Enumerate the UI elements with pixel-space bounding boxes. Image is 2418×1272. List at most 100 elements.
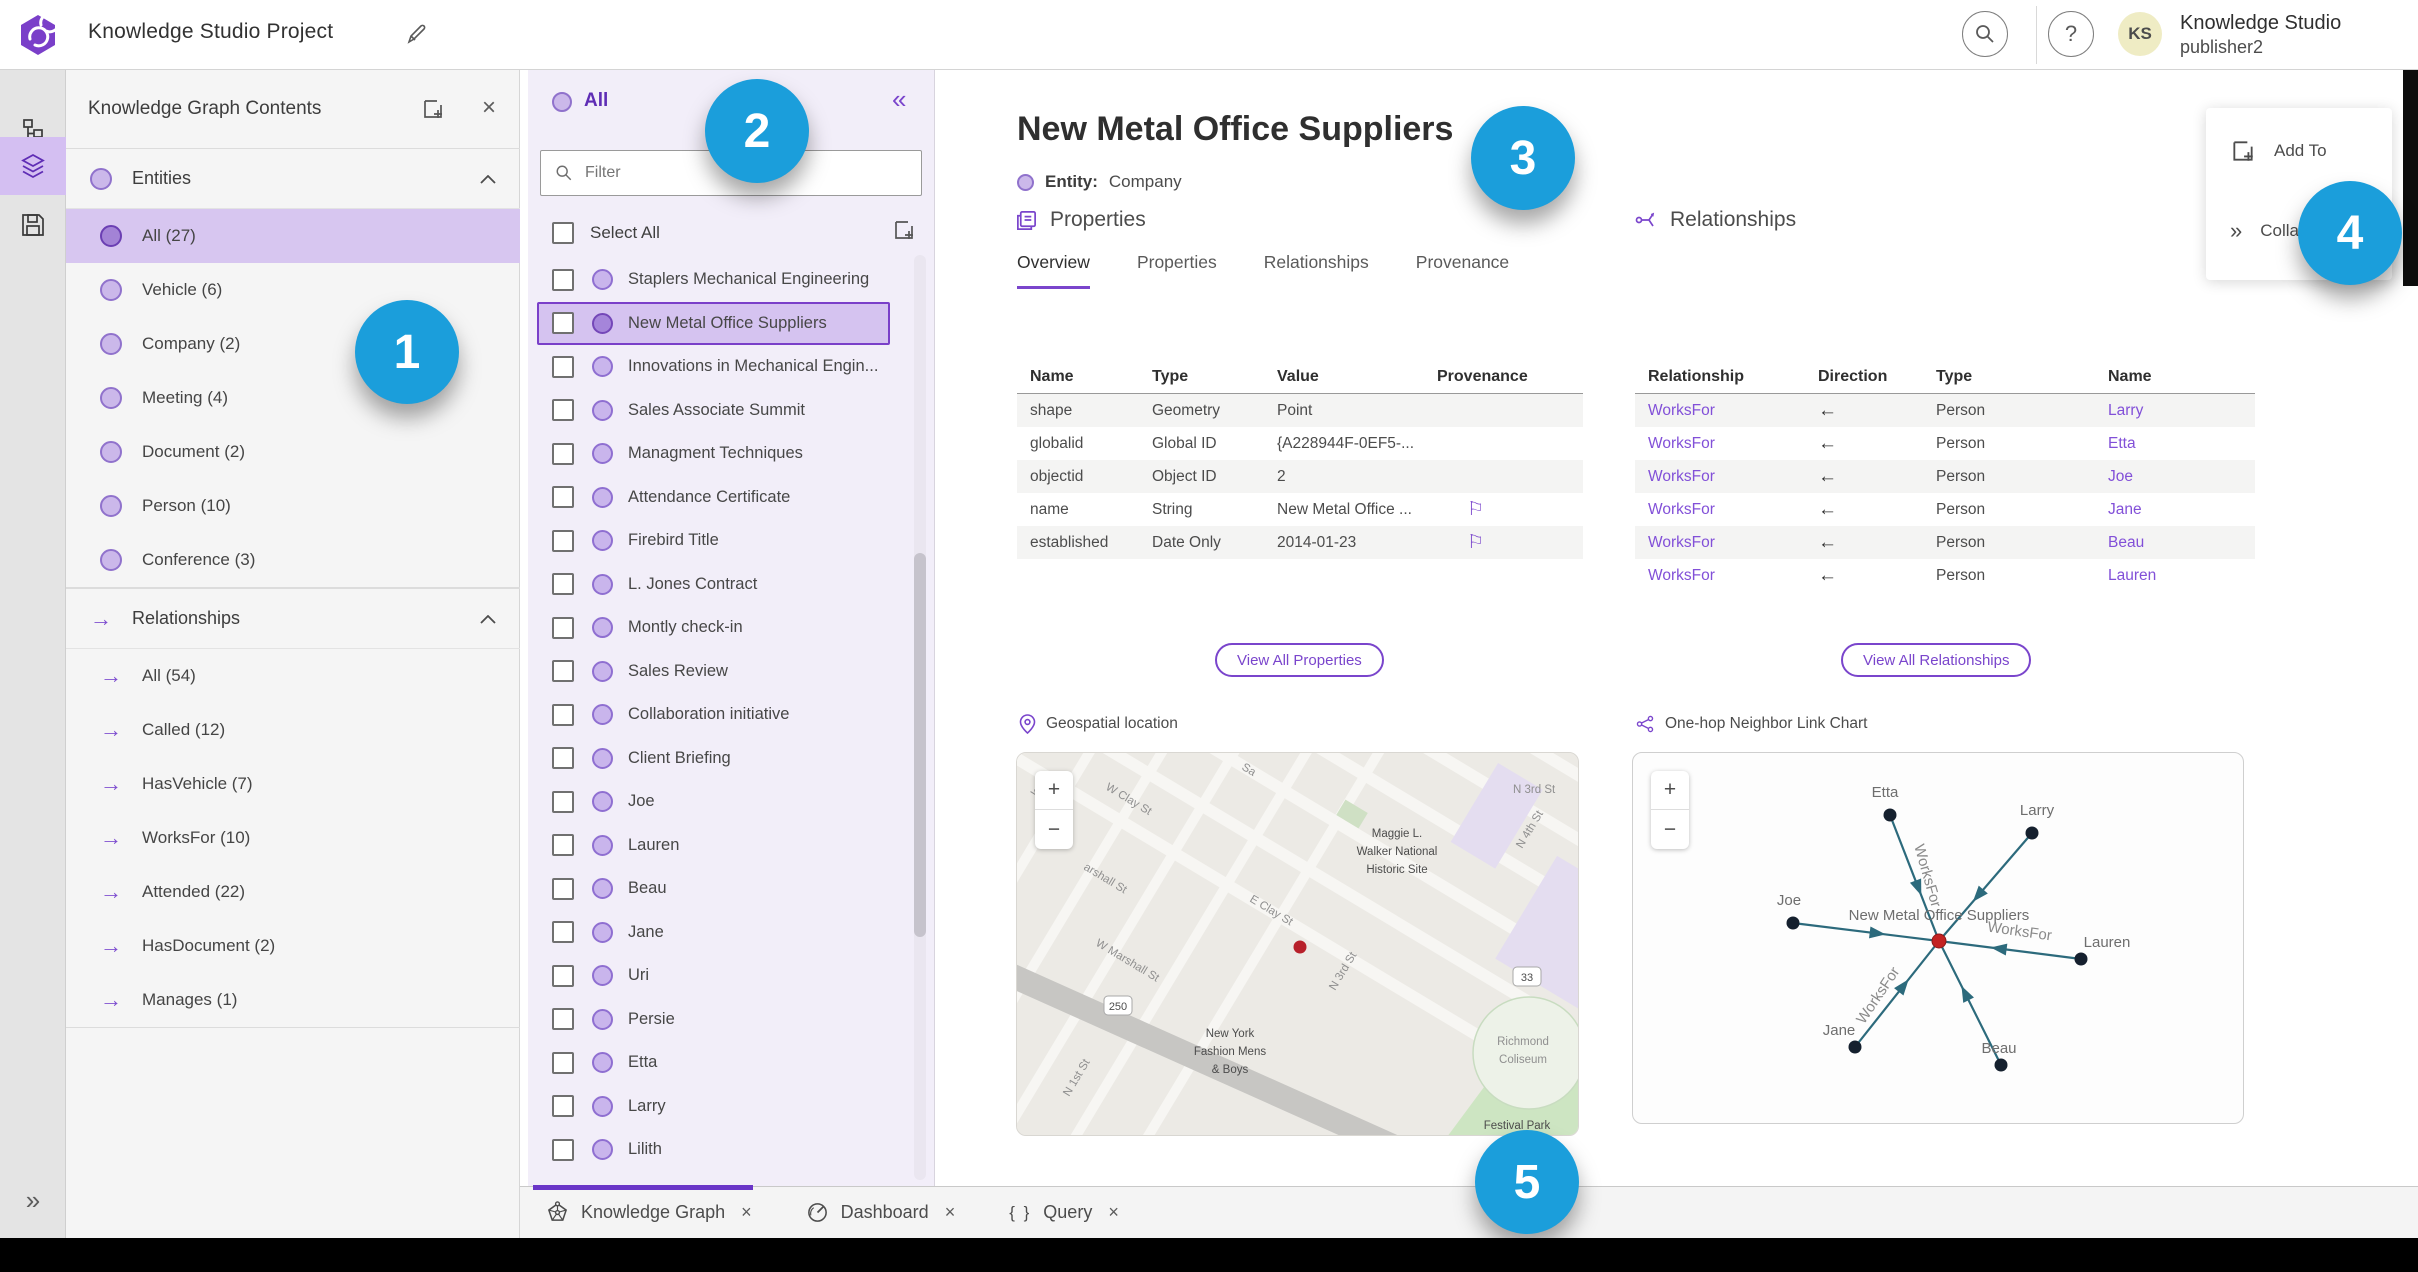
entity-list-item[interactable]: Staplers Mechanical Engineering	[537, 258, 890, 302]
item-checkbox[interactable]	[552, 573, 574, 596]
view-all-relationships-button[interactable]: View All Relationships	[1841, 643, 2032, 677]
entity-list-item[interactable]: Innovations in Mechanical Engin...	[537, 345, 890, 389]
item-checkbox[interactable]	[552, 834, 574, 857]
relationship-link[interactable]: WorksFor	[1635, 567, 1805, 585]
relationship-link[interactable]: WorksFor	[1635, 468, 1805, 486]
entity-filter-item[interactable]: Document (2)	[66, 425, 520, 479]
item-checkbox[interactable]	[552, 1008, 574, 1031]
entity-filter-item[interactable]: Vehicle (6)	[66, 263, 520, 317]
entity-list-item[interactable]: Lauren	[537, 824, 890, 868]
entity-filter-item[interactable]: All (27)	[66, 209, 520, 263]
relationship-link[interactable]: WorksFor	[1635, 501, 1805, 519]
map-canvas[interactable]: k RdW Clay StSaN 3rd StMaggie L.Walker N…	[1017, 753, 1579, 1136]
entity-list-item[interactable]: Etta	[537, 1041, 890, 1085]
entity-name-link[interactable]: Lauren	[2095, 567, 2255, 585]
relationship-filter-item[interactable]: → HasDocument (2)	[66, 919, 520, 973]
relationship-filter-item[interactable]: → Called (12)	[66, 703, 520, 757]
item-checkbox[interactable]	[552, 790, 574, 813]
entity-list-item[interactable]: Beau	[537, 867, 890, 911]
item-checkbox[interactable]	[552, 964, 574, 987]
tab-knowledge-graph[interactable]: Knowledge Graph ×	[546, 1201, 752, 1224]
link-chart-panel[interactable]: WorksFor WorksFor WorksFor Etta Larry Joe Laur…	[1632, 752, 2244, 1124]
entity-name-link[interactable]: Etta	[2095, 435, 2255, 453]
close-panel-icon[interactable]: ×	[482, 94, 496, 122]
edit-title-icon[interactable]	[405, 22, 429, 46]
relationship-link[interactable]: WorksFor	[1635, 402, 1805, 420]
collapse-chevron-icon[interactable]	[480, 175, 496, 184]
item-checkbox[interactable]	[552, 486, 574, 509]
entity-list-item[interactable]: Persie	[537, 998, 890, 1042]
add-to-new-icon[interactable]	[892, 218, 916, 242]
user-avatar[interactable]: KS	[2118, 12, 2162, 56]
company-node[interactable]	[1931, 933, 1947, 949]
entity-name-link[interactable]: Beau	[2095, 534, 2255, 552]
item-checkbox[interactable]	[552, 399, 574, 422]
item-checkbox[interactable]	[552, 877, 574, 900]
relationship-filter-item[interactable]: → HasVehicle (7)	[66, 757, 520, 811]
entity-list-item[interactable]: Sales Associate Summit	[537, 389, 890, 433]
close-tab-icon[interactable]: ×	[741, 1202, 752, 1223]
relationship-filter-item[interactable]: → All (54)	[66, 649, 520, 703]
entity-list-item[interactable]: Larry	[537, 1085, 890, 1129]
item-checkbox[interactable]	[552, 268, 574, 291]
add-to-button[interactable]: Add To	[2230, 138, 2327, 164]
link-chart-canvas[interactable]: WorksForWorksForWorksForEttaLarryJoeLaur…	[1633, 753, 2244, 1123]
relationship-link[interactable]: WorksFor	[1635, 435, 1805, 453]
search-button[interactable]	[1962, 11, 2008, 57]
layers-button[interactable]	[0, 137, 66, 195]
list-scrollbar-thumb[interactable]	[914, 553, 926, 937]
entity-filter-item[interactable]: Conference (3)	[66, 533, 520, 587]
relationships-section-header[interactable]: → Relationships	[66, 589, 520, 649]
select-all-checkbox[interactable]	[552, 222, 574, 244]
entity-list-item[interactable]: Collaboration initiative	[537, 693, 890, 737]
provenance-flag-icon[interactable]: ⚐	[1437, 499, 1484, 520]
item-checkbox[interactable]	[552, 921, 574, 944]
provenance-flag-icon[interactable]: ⚐	[1437, 532, 1484, 553]
item-checkbox[interactable]	[552, 703, 574, 726]
entity-filter-item[interactable]: Person (10)	[66, 479, 520, 533]
item-checkbox[interactable]	[552, 747, 574, 770]
zoom-in-button[interactable]: +	[1035, 771, 1073, 810]
entity-list-item[interactable]: Montly check-in	[537, 606, 890, 650]
expand-rail-button[interactable]: »	[0, 1185, 66, 1216]
item-checkbox[interactable]	[552, 312, 574, 335]
relationship-link[interactable]: WorksFor	[1635, 534, 1805, 552]
item-checkbox[interactable]	[552, 660, 574, 683]
detail-tab[interactable]: Overview	[1017, 252, 1090, 289]
help-button[interactable]: ?	[2048, 11, 2094, 57]
detail-tab[interactable]: Properties	[1137, 252, 1217, 289]
collapse-panel-icon[interactable]: «	[892, 84, 906, 115]
map-panel[interactable]: k RdW Clay StSaN 3rd StMaggie L.Walker N…	[1016, 752, 1579, 1136]
collapse-chevron-icon[interactable]	[480, 615, 496, 624]
item-checkbox[interactable]	[552, 442, 574, 465]
item-checkbox[interactable]	[552, 355, 574, 378]
entity-list-item[interactable]: Sales Review	[537, 650, 890, 694]
entities-section-header[interactable]: Entities	[66, 149, 520, 209]
entity-list-item[interactable]: Firebird Title	[537, 519, 890, 563]
entity-list-item[interactable]: Managment Techniques	[537, 432, 890, 476]
entity-name-link[interactable]: Jane	[2095, 501, 2255, 519]
collapse-button[interactable]: » Colla	[2230, 218, 2299, 244]
person-node[interactable]	[1786, 916, 1800, 930]
item-checkbox[interactable]	[552, 1095, 574, 1118]
person-node[interactable]	[2074, 952, 2088, 966]
entity-list-item[interactable]: Attendance Certificate	[537, 476, 890, 520]
tab-query[interactable]: { } Query ×	[1009, 1202, 1119, 1223]
entity-list-item[interactable]: New Metal Office Suppliers	[537, 301, 890, 345]
entity-name-link[interactable]: Larry	[2095, 402, 2255, 420]
detail-tab[interactable]: Relationships	[1264, 252, 1369, 289]
relationship-filter-item[interactable]: → Attended (22)	[66, 865, 520, 919]
relationship-filter-item[interactable]: → WorksFor (10)	[66, 811, 520, 865]
detail-tab[interactable]: Provenance	[1416, 252, 1509, 289]
close-tab-icon[interactable]: ×	[945, 1202, 956, 1223]
add-new-icon[interactable]	[421, 97, 445, 121]
item-checkbox[interactable]	[552, 1138, 574, 1161]
zoom-out-button[interactable]: −	[1651, 810, 1689, 849]
close-tab-icon[interactable]: ×	[1108, 1202, 1119, 1223]
person-node[interactable]	[1848, 1040, 1862, 1054]
view-all-properties-button[interactable]: View All Properties	[1215, 643, 1384, 677]
save-button[interactable]	[0, 196, 66, 254]
item-checkbox[interactable]	[552, 1051, 574, 1074]
entity-list-item[interactable]: Client Briefing	[537, 737, 890, 781]
person-node[interactable]	[1883, 808, 1897, 822]
